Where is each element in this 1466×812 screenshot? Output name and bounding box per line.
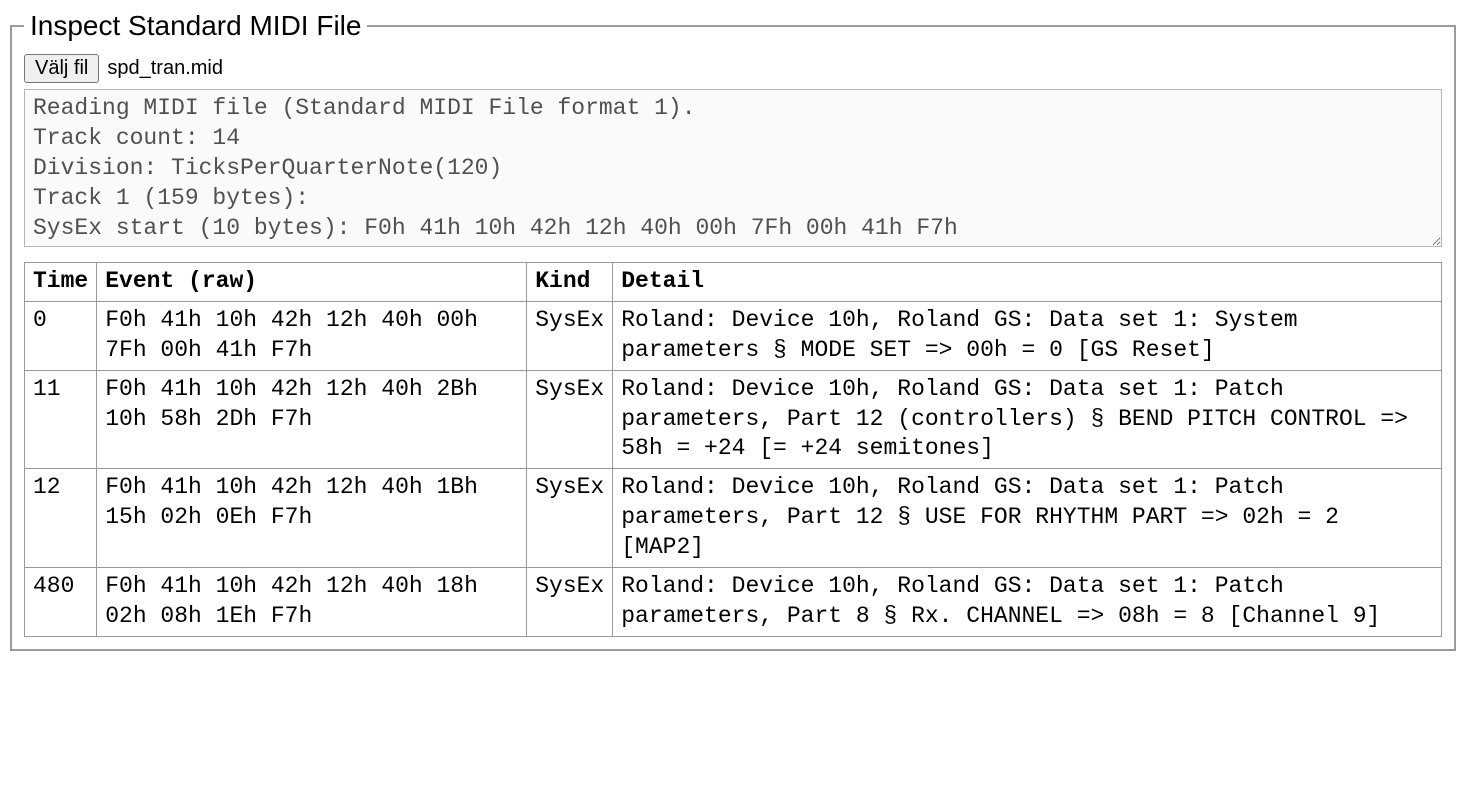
- cell-time: 12: [25, 469, 97, 568]
- file-input-row: Välj fil spd_tran.mid: [24, 54, 1442, 83]
- cell-time: 0: [25, 301, 97, 370]
- cell-event: F0h 41h 10h 42h 12h 40h 1Bh 15h 02h 0Eh …: [97, 469, 527, 568]
- midi-inspector-fieldset: Inspect Standard MIDI File Välj fil spd_…: [10, 10, 1456, 651]
- fieldset-legend: Inspect Standard MIDI File: [24, 10, 367, 42]
- col-detail-header: Detail: [613, 263, 1442, 302]
- selected-file-name: spd_tran.mid: [107, 57, 223, 80]
- cell-kind: SysEx: [527, 568, 613, 637]
- col-kind-header: Kind: [527, 263, 613, 302]
- cell-kind: SysEx: [527, 469, 613, 568]
- col-event-header: Event (raw): [97, 263, 527, 302]
- cell-detail: Roland: Device 10h, Roland GS: Data set …: [613, 568, 1442, 637]
- table-row: 0F0h 41h 10h 42h 12h 40h 00h 7Fh 00h 41h…: [25, 301, 1442, 370]
- col-time-header: Time: [25, 263, 97, 302]
- cell-detail: Roland: Device 10h, Roland GS: Data set …: [613, 469, 1442, 568]
- log-textarea[interactable]: [24, 89, 1442, 247]
- cell-kind: SysEx: [527, 301, 613, 370]
- table-row: 480F0h 41h 10h 42h 12h 40h 18h 02h 08h 1…: [25, 568, 1442, 637]
- cell-detail: Roland: Device 10h, Roland GS: Data set …: [613, 370, 1442, 469]
- cell-event: F0h 41h 10h 42h 12h 40h 18h 02h 08h 1Eh …: [97, 568, 527, 637]
- table-row: 11F0h 41h 10h 42h 12h 40h 2Bh 10h 58h 2D…: [25, 370, 1442, 469]
- table-row: 12F0h 41h 10h 42h 12h 40h 1Bh 15h 02h 0E…: [25, 469, 1442, 568]
- table-header-row: Time Event (raw) Kind Detail: [25, 263, 1442, 302]
- choose-file-button[interactable]: Välj fil: [24, 54, 99, 83]
- cell-event: F0h 41h 10h 42h 12h 40h 2Bh 10h 58h 2Dh …: [97, 370, 527, 469]
- cell-time: 11: [25, 370, 97, 469]
- events-table: Time Event (raw) Kind Detail 0F0h 41h 10…: [24, 262, 1442, 637]
- cell-event: F0h 41h 10h 42h 12h 40h 00h 7Fh 00h 41h …: [97, 301, 527, 370]
- cell-time: 480: [25, 568, 97, 637]
- cell-kind: SysEx: [527, 370, 613, 469]
- cell-detail: Roland: Device 10h, Roland GS: Data set …: [613, 301, 1442, 370]
